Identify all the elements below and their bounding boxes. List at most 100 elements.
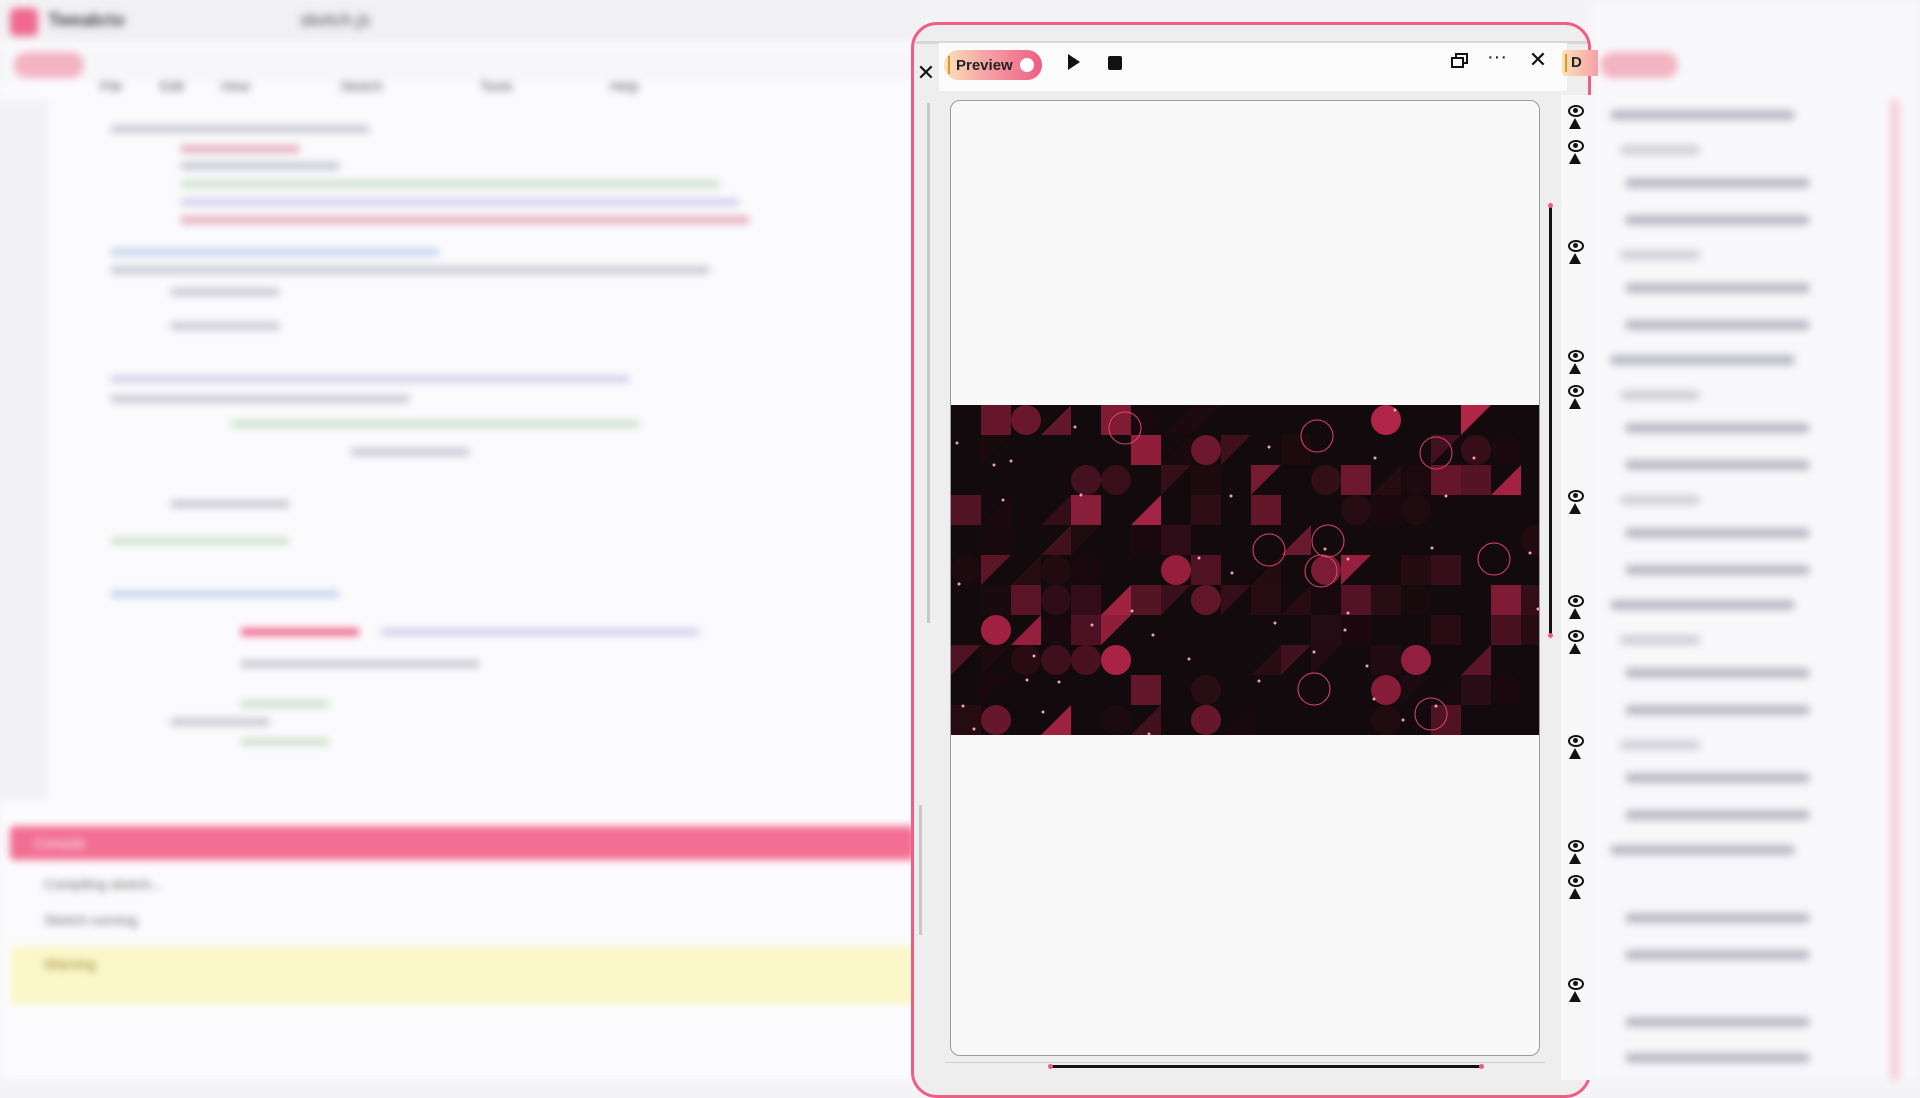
art-tile [1131,675,1161,705]
lock-icon[interactable] [1569,253,1581,264]
art-tile [1161,525,1191,555]
art-tile [1101,585,1131,615]
art-tile [1131,705,1161,735]
lock-icon[interactable] [1569,888,1581,899]
art-tile [1101,615,1131,645]
eye-icon[interactable] [1568,490,1584,502]
scroll-handle-bottom[interactable] [1548,633,1553,638]
art-tile [1311,585,1341,615]
art-dot [1057,680,1061,684]
art-dot [972,727,976,731]
art-dot [1393,408,1397,412]
art-tile [1491,585,1521,615]
app-title: Tweakrio [48,10,125,30]
lock-icon[interactable] [1569,153,1581,164]
console-title: Console [34,835,86,851]
hscroll-handle-right[interactable] [1479,1064,1484,1069]
art-tile [1071,525,1101,555]
art-tile [1191,585,1221,615]
art-tile [1251,585,1281,615]
art-dot [1001,498,1005,502]
open-file-name: sketch.js [300,10,371,30]
menu-item-edit: Edit [160,78,185,94]
art-tile [1251,555,1281,585]
lock-icon[interactable] [1569,748,1581,759]
play-icon[interactable] [1068,54,1080,70]
eye-icon[interactable] [1568,240,1584,252]
eye-icon[interactable] [1568,385,1584,397]
more-icon[interactable]: ··· [1487,47,1511,70]
console-line: Compiling sketch... [44,876,163,892]
art-tile [1461,675,1491,705]
ide-toolbar [0,48,915,82]
console-header: Console [10,826,915,860]
art-tile [1101,465,1131,495]
art-tile [1161,435,1191,465]
art-dot [1229,494,1233,498]
lock-icon[interactable] [1569,363,1581,374]
close-icon[interactable]: ✕ [1527,49,1549,71]
art-ring [1311,524,1345,558]
artwork-svg [951,405,1539,735]
lock-icon[interactable] [1569,608,1581,619]
lock-icon[interactable] [1569,503,1581,514]
layers-tab[interactable]: D [1562,50,1598,76]
art-dot [1343,628,1347,632]
scroll-handle-top[interactable] [1548,203,1553,208]
art-dot [1025,678,1029,682]
art-tile [1041,705,1071,735]
art-tile [1161,555,1191,585]
horizontal-scrollbar[interactable] [1050,1065,1482,1068]
hscroll-handle-left[interactable] [1048,1064,1053,1069]
art-tile [1071,585,1101,615]
lock-icon[interactable] [1569,398,1581,409]
lock-icon[interactable] [1569,853,1581,864]
art-dot [1346,611,1350,615]
art-tile [1341,555,1371,585]
console-line: Sketch running [44,912,138,928]
art-dot [1323,547,1327,551]
art-tile [981,615,1011,645]
art-tile [1011,585,1041,615]
art-tile [1161,585,1191,615]
eye-icon[interactable] [1568,875,1584,887]
art-tile [1491,615,1521,645]
art-tile [1071,615,1101,645]
art-tile [1371,675,1401,705]
eye-icon[interactable] [1568,595,1584,607]
art-dot [1312,650,1316,654]
left-resize-handle[interactable] [919,805,922,935]
stop-icon[interactable] [1108,56,1122,70]
lock-icon[interactable] [1569,991,1581,1002]
art-dot [1528,551,1532,555]
vertical-scrollbar[interactable] [1549,205,1552,637]
preview-canvas[interactable] [950,100,1540,1056]
art-tile [981,555,1011,585]
art-tile [1131,525,1161,555]
eye-icon[interactable] [1568,978,1584,990]
art-tile [1191,555,1221,585]
art-dot [1151,633,1155,637]
background-layers-panel [1590,0,1920,1080]
close-icon[interactable]: ✕ [914,61,938,85]
lock-icon[interactable] [1569,643,1581,654]
preview-tab[interactable]: Preview [944,50,1042,80]
art-tile [1431,555,1461,585]
eye-icon[interactable] [1568,630,1584,642]
art-tile [1491,465,1521,495]
preview-toggle-dot[interactable] [1020,58,1034,72]
art-tile [981,585,1011,615]
art-tile [1371,495,1401,525]
art-tile [951,705,981,735]
eye-icon[interactable] [1568,350,1584,362]
lock-icon[interactable] [1569,118,1581,129]
art-tile [1251,495,1281,525]
eye-icon[interactable] [1568,735,1584,747]
art-tile [951,645,981,675]
art-tile [1071,555,1101,585]
eye-icon[interactable] [1568,140,1584,152]
eye-icon[interactable] [1568,840,1584,852]
window-restore-icon[interactable] [1451,53,1469,69]
ide-run-pill [14,52,84,78]
eye-icon[interactable] [1568,105,1584,117]
